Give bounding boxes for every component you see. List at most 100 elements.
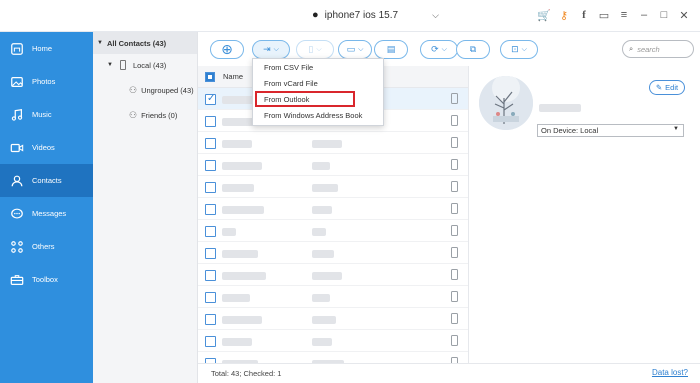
- delete-button[interactable]: ▤: [374, 40, 408, 59]
- sidebar-item-label: Messages: [32, 209, 67, 218]
- sidebar-item-videos[interactable]: Videos: [0, 131, 93, 164]
- menu-item-outlook[interactable]: From Outlook: [255, 91, 355, 107]
- transfer-to-pc-button[interactable]: ▭ ⌵: [338, 40, 372, 59]
- row-checkbox[interactable]: [205, 93, 216, 105]
- minimize-icon[interactable]: –: [638, 8, 650, 22]
- row-checkbox[interactable]: [205, 248, 216, 259]
- row-checkbox[interactable]: [205, 182, 216, 193]
- contact-name-redacted: [222, 228, 236, 236]
- contact-name-redacted: [222, 184, 254, 192]
- close-icon[interactable]: ✕: [678, 8, 690, 22]
- phone-icon: [451, 203, 458, 214]
- maximize-icon[interactable]: □: [658, 8, 670, 22]
- table-row[interactable]: [198, 352, 468, 363]
- table-row[interactable]: [198, 308, 468, 330]
- briefcase-icon: ⊡: [511, 44, 519, 54]
- contact-name-redacted: [222, 272, 266, 280]
- sidebar-item-contacts[interactable]: Contacts: [0, 164, 93, 197]
- sidebar-item-music[interactable]: Music: [0, 98, 93, 131]
- contact-phone-redacted: [312, 140, 342, 148]
- contact-name-redacted: [222, 206, 264, 214]
- sidebar: Home Photos Music Videos Contacts Messag…: [0, 32, 93, 383]
- tree-item-label: All Contacts (43): [106, 38, 167, 48]
- window-controls: 🛒 ⚷ f ▭ ≡ – □ ✕: [537, 8, 690, 22]
- table-row[interactable]: [198, 132, 468, 154]
- feedback-icon[interactable]: ▭: [598, 8, 610, 22]
- tree-item-label: Ungrouped (43): [141, 86, 194, 95]
- row-checkbox[interactable]: [205, 336, 216, 347]
- duplicate-icon: ⧉: [469, 44, 477, 54]
- toolbox-button[interactable]: ⊡ ⌵: [500, 40, 538, 59]
- phone-icon: [451, 225, 458, 236]
- contact-name-redacted: [222, 140, 252, 148]
- contact-phone-redacted: [312, 184, 338, 192]
- export-button[interactable]: ▯ ⌵: [296, 40, 334, 59]
- table-row[interactable]: [198, 176, 468, 198]
- refresh-icon: ⟳: [431, 44, 439, 54]
- add-button[interactable]: ⊕: [210, 40, 244, 59]
- import-button[interactable]: ⇥ ⌵: [252, 40, 290, 59]
- cart-icon[interactable]: 🛒: [537, 8, 551, 22]
- sidebar-item-label: Music: [32, 110, 52, 119]
- title-bar: ● iphone7 ios 15.7 ⌵ 🛒 ⚷ f ▭ ≡ – □ ✕: [0, 0, 700, 32]
- sidebar-item-label: Toolbox: [32, 275, 58, 284]
- row-checkbox[interactable]: [205, 204, 216, 215]
- row-checkbox[interactable]: [205, 116, 216, 127]
- phone-icon: [451, 159, 458, 170]
- chevron-down-icon: ⌵: [316, 45, 322, 53]
- menu-icon[interactable]: ≡: [618, 8, 630, 22]
- table-row[interactable]: [198, 220, 468, 242]
- chevron-down-icon[interactable]: ⌵: [432, 10, 439, 21]
- sidebar-item-toolbox[interactable]: Toolbox: [0, 263, 93, 296]
- row-checkbox[interactable]: [205, 314, 216, 325]
- table-row[interactable]: [198, 264, 468, 286]
- contact-name-redacted: [222, 316, 262, 324]
- tree-item-local[interactable]: ▼ Local (43): [107, 60, 166, 70]
- menu-item-csv[interactable]: From CSV File: [253, 59, 383, 75]
- sidebar-item-home[interactable]: Home: [0, 32, 93, 65]
- sidebar-item-others[interactable]: Others: [0, 230, 93, 263]
- device-location-select[interactable]: On Device: Local ▼: [537, 124, 684, 137]
- tree-item-all-contacts[interactable]: ▼ All Contacts (43): [93, 32, 197, 54]
- data-lost-link[interactable]: Data lost?: [652, 368, 688, 377]
- row-checkbox[interactable]: [205, 292, 216, 303]
- contact-avatar: [479, 76, 533, 130]
- search-input[interactable]: ⌕ search: [622, 40, 694, 58]
- tree-item-friends[interactable]: ⚇ Friends (0): [129, 110, 177, 121]
- duplicate-button[interactable]: ⧉: [456, 40, 490, 59]
- edit-button[interactable]: ✎ Edit: [649, 80, 685, 95]
- videos-icon: [10, 143, 24, 152]
- refresh-button[interactable]: ⟳ ⌵: [420, 40, 458, 59]
- tree-item-ungrouped[interactable]: ⚇ Ungrouped (43): [129, 85, 194, 96]
- status-bar: Total: 43; Checked: 1 Data lost?: [198, 363, 700, 383]
- row-checkbox[interactable]: [205, 160, 216, 171]
- sidebar-item-label: Contacts: [32, 176, 62, 185]
- table-row[interactable]: [198, 330, 468, 352]
- status-summary: Total: 43; Checked: 1: [211, 369, 282, 378]
- phone-icon: [451, 335, 458, 346]
- row-checkbox[interactable]: [205, 226, 216, 237]
- apple-icon: ●: [312, 9, 319, 21]
- contact-phone-redacted: [312, 162, 330, 170]
- sidebar-item-label: Videos: [32, 143, 55, 152]
- tree-item-label: Local (43): [132, 60, 167, 70]
- sidebar-item-photos[interactable]: Photos: [0, 65, 93, 98]
- sidebar-item-label: Others: [32, 242, 55, 251]
- row-checkbox[interactable]: [205, 138, 216, 149]
- row-checkbox[interactable]: [205, 270, 216, 281]
- table-row[interactable]: [198, 198, 468, 220]
- name-column-header[interactable]: Name: [223, 72, 243, 81]
- facebook-icon[interactable]: f: [578, 8, 590, 22]
- sidebar-item-messages[interactable]: Messages: [0, 197, 93, 230]
- menu-item-windows-address-book[interactable]: From Windows Address Book: [253, 107, 383, 123]
- phone-icon: [451, 313, 458, 324]
- search-icon: ⌕: [629, 44, 634, 53]
- table-row[interactable]: [198, 154, 468, 176]
- menu-item-vcard[interactable]: From vCard File: [253, 75, 383, 91]
- table-row[interactable]: [198, 242, 468, 264]
- select-all-checkbox[interactable]: [205, 71, 215, 82]
- table-row[interactable]: [198, 286, 468, 308]
- device-selector[interactable]: ● iphone7 ios 15.7 ⌵: [312, 9, 439, 21]
- key-icon[interactable]: ⚷: [558, 8, 570, 22]
- contact-phone-redacted: [312, 316, 336, 324]
